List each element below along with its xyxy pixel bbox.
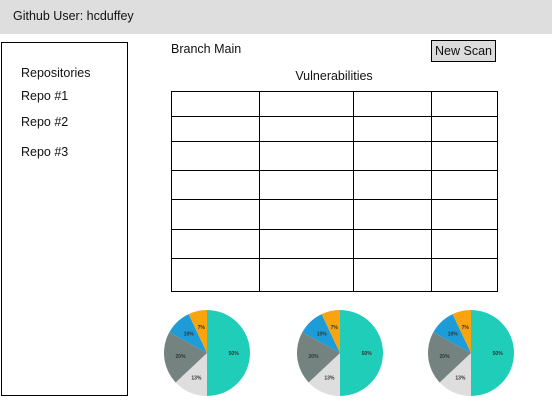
branch-label: Branch Main [171, 42, 242, 56]
table-row [171, 199, 498, 230]
pie-slice-label-1: 13% [324, 375, 335, 381]
table-row [171, 116, 498, 142]
sidebar-item-repo-2[interactable]: Repo #2 [21, 115, 68, 129]
table-cell [259, 229, 354, 259]
table-cell [259, 258, 354, 292]
table-cell [353, 116, 432, 142]
table-cell [259, 199, 354, 230]
table-cell [171, 170, 260, 200]
pie-slice-label-4: 7% [462, 325, 470, 331]
pie-slice-label-0: 50% [229, 351, 240, 357]
table-cell [259, 170, 354, 200]
table-cell [171, 199, 260, 230]
table-cell [171, 91, 260, 117]
vulnerabilities-table [171, 91, 498, 292]
github-user-title: Github User: hcduffey [13, 9, 134, 23]
pie-slice-label-4: 7% [198, 325, 206, 331]
table-cell [171, 229, 260, 259]
table-cell [431, 258, 498, 292]
sidebar-item-repo-1[interactable]: Repo #1 [21, 89, 68, 103]
table-cell [259, 141, 354, 171]
table-cell [171, 116, 260, 142]
table-cell [431, 229, 498, 259]
table-row [171, 170, 498, 200]
table-cell [431, 91, 498, 117]
pie-chart-3: 50% 13% 20% 10% 7% [419, 308, 521, 400]
new-scan-button[interactable]: New Scan [431, 40, 496, 62]
pie-chart-2: 50% 13% 20% 10% 7% [288, 308, 390, 400]
table-cell [353, 199, 432, 230]
pie-slice-label-2: 20% [309, 354, 320, 360]
pie-slice-label-1: 13% [455, 375, 466, 381]
table-cell [259, 91, 354, 117]
table-cell [431, 141, 498, 171]
table-cell [259, 116, 354, 142]
pie-slice-label-3: 10% [317, 331, 328, 337]
pie-slice-label-2: 20% [176, 354, 187, 360]
table-cell [171, 141, 260, 171]
table-cell [353, 141, 432, 171]
table-cell [431, 170, 498, 200]
table-cell [171, 258, 260, 292]
repositories-heading: Repositories [21, 66, 91, 80]
pie-slice-label-0: 50% [362, 351, 373, 357]
table-row [171, 229, 498, 259]
repositories-sidebar: Repositories Repo #1 Repo #2 Repo #3 [1, 42, 128, 396]
table-cell [353, 91, 432, 117]
top-header-bar: Github User: hcduffey [0, 0, 552, 34]
pie-slice-label-1: 13% [191, 375, 202, 381]
table-cell [431, 199, 498, 230]
table-cell [353, 258, 432, 292]
table-row [171, 258, 498, 292]
table-cell [353, 170, 432, 200]
table-row [171, 141, 498, 171]
pie-slice-label-2: 20% [440, 354, 451, 360]
sidebar-item-repo-3[interactable]: Repo #3 [21, 145, 68, 159]
pie-chart-1: 50% 13% 20% 10% 7% [155, 308, 257, 400]
vulnerabilities-title: Vulnerabilities [295, 69, 373, 83]
table-cell [353, 229, 432, 259]
table-cell [431, 116, 498, 142]
pie-slice-label-3: 10% [448, 331, 459, 337]
table-row [171, 91, 498, 117]
pie-slice-label-4: 7% [331, 325, 339, 331]
pie-slice-label-0: 50% [493, 351, 504, 357]
pie-slice-label-3: 10% [184, 331, 195, 337]
